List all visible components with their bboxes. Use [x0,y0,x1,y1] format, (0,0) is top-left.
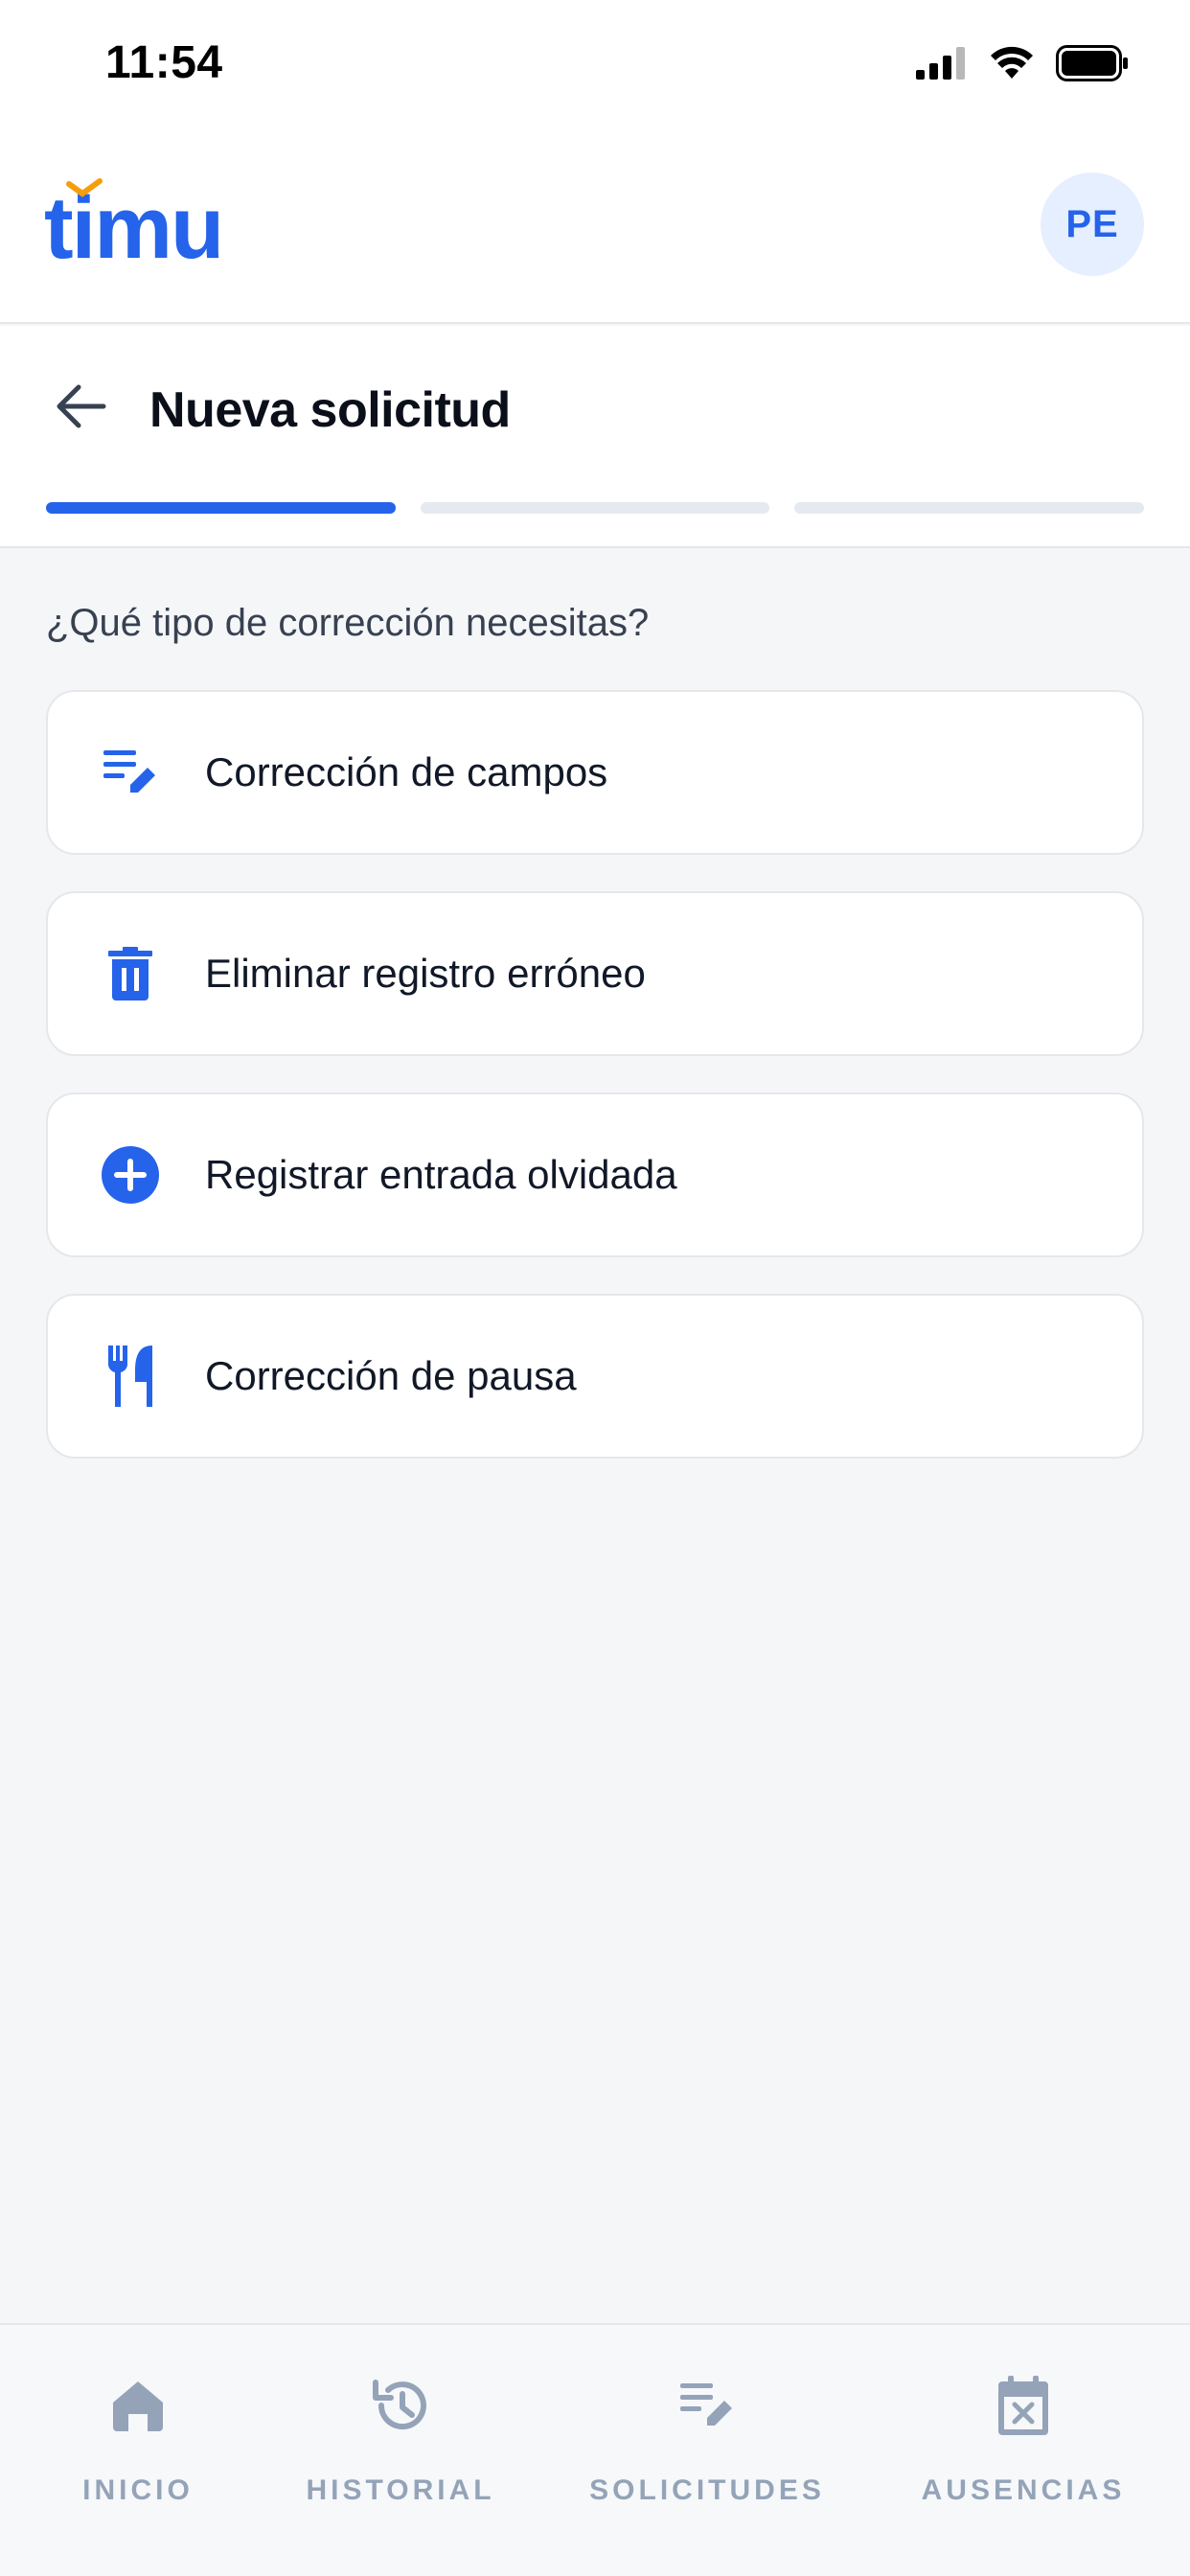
option-correccion-pausa[interactable]: Corrección de pausa [46,1294,1144,1459]
nav-label: SOLICITUDES [589,2474,825,2506]
bottom-navigation: INICIO HISTORIAL SOLICITUDES AUSENCIAS [0,2323,1190,2576]
progress-step-3 [794,502,1145,514]
nav-label: AUSENCIAS [921,2474,1126,2506]
timu-logo: timu [44,178,224,272]
status-bar: 11:54 [0,0,1190,132]
option-eliminar-registro[interactable]: Eliminar registro erróneo [46,891,1144,1056]
calendar-x-icon [993,2375,1054,2436]
step-progress [46,502,1145,514]
nav-item-solicitudes[interactable]: SOLICITUDES [563,2375,851,2507]
progress-step-1 [46,502,396,514]
app-header: timu PE [0,132,1190,324]
add-circle-icon [100,1144,161,1206]
status-icons [916,44,1131,86]
edit-list-icon [676,2375,738,2436]
correction-type-list: Corrección de campos Eliminar registro e… [46,690,1144,1459]
nav-item-historial[interactable]: HISTORIAL [257,2375,544,2507]
option-registrar-entrada[interactable]: Registrar entrada olvidada [46,1092,1144,1257]
home-icon [107,2375,169,2436]
edit-list-icon [100,742,161,803]
logo-accent-icon [66,178,103,197]
arrow-left-icon [57,384,106,428]
nav-label: HISTORIAL [306,2474,495,2506]
page-title: Nueva solicitud [149,382,511,438]
page-header: Nueva solicitud [0,326,1190,548]
question-label: ¿Qué tipo de corrección necesitas? [46,602,650,644]
status-time: 11:54 [105,37,223,88]
option-label: Corrección de campos [205,749,608,794]
cellular-signal-icon [916,46,968,84]
progress-step-2 [420,502,770,514]
wifi-icon [989,46,1035,85]
nav-label: INICIO [82,2474,194,2506]
option-label: Registrar entrada olvidada [205,1152,677,1197]
option-label: Corrección de pausa [205,1353,577,1398]
nav-item-ausencias[interactable]: AUSENCIAS [880,2375,1167,2507]
history-icon [370,2375,431,2436]
user-avatar[interactable]: PE [1041,172,1144,276]
trash-icon [100,943,161,1004]
battery-icon [1056,44,1131,86]
option-label: Eliminar registro erróneo [205,951,646,996]
option-correccion-campos[interactable]: Corrección de campos [46,690,1144,855]
nav-item-inicio[interactable]: INICIO [0,2375,282,2507]
fork-knife-icon [100,1346,161,1407]
back-button[interactable] [50,376,111,437]
app-screen: 11:54 timu PE Nueva solicitud ¿Qué tipo … [0,0,1190,2576]
